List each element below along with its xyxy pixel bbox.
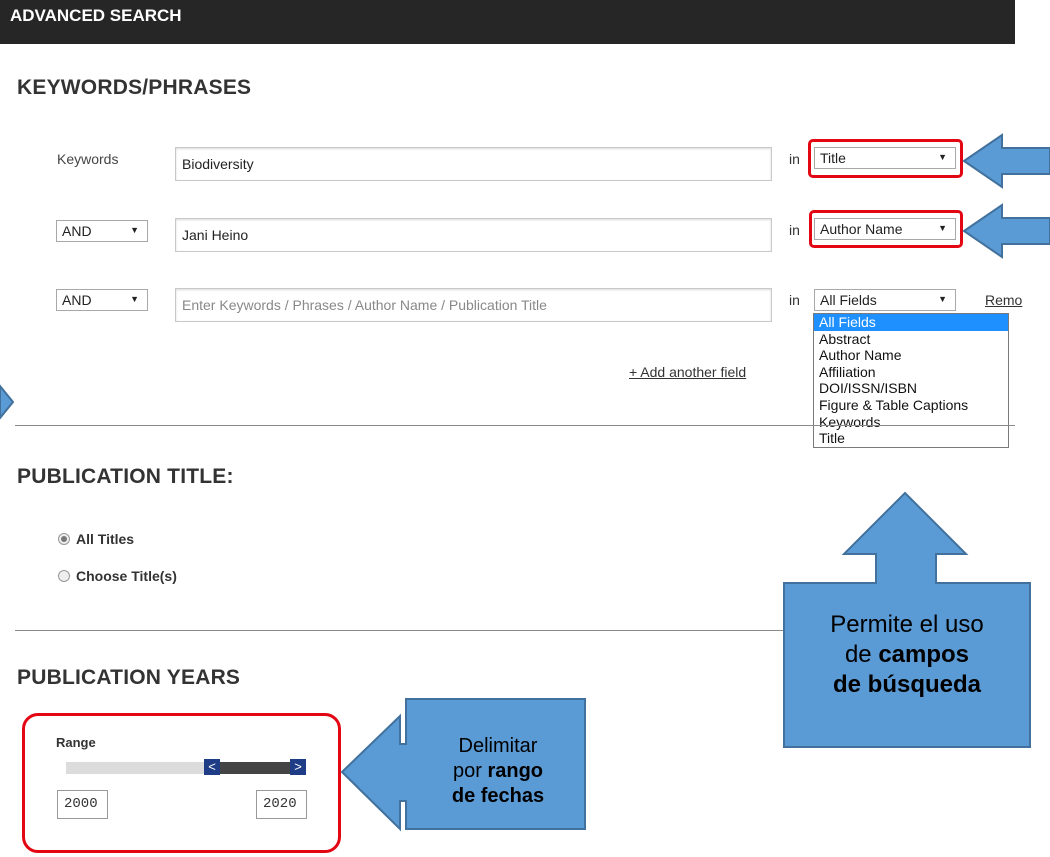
arrow-pointer-partial bbox=[0, 384, 15, 420]
callout-fields-line2-bold: campos bbox=[878, 641, 970, 668]
callout-dates-line2-bold: rango bbox=[487, 760, 544, 782]
callout-dates-line2-prefix: por bbox=[452, 760, 488, 782]
callout-fields-text: Permite el uso de campos de búsqueda bbox=[784, 610, 1030, 700]
callout-dates-line3-bold: de fechas bbox=[451, 785, 545, 807]
callout-fields-line3-bold: de búsqueda bbox=[832, 671, 982, 698]
callout-fields-line1: Permite el uso bbox=[830, 611, 984, 638]
callout-dates-text: Delimitar por rango de fechas bbox=[418, 734, 578, 809]
callout-dates-line1: Delimitar bbox=[458, 735, 538, 757]
annotation-overlay bbox=[0, 133, 1050, 832]
arrow-pointer-author bbox=[962, 203, 1050, 259]
callout-fields-line2-prefix: de bbox=[844, 641, 879, 668]
arrow-pointer-title bbox=[962, 133, 1050, 189]
